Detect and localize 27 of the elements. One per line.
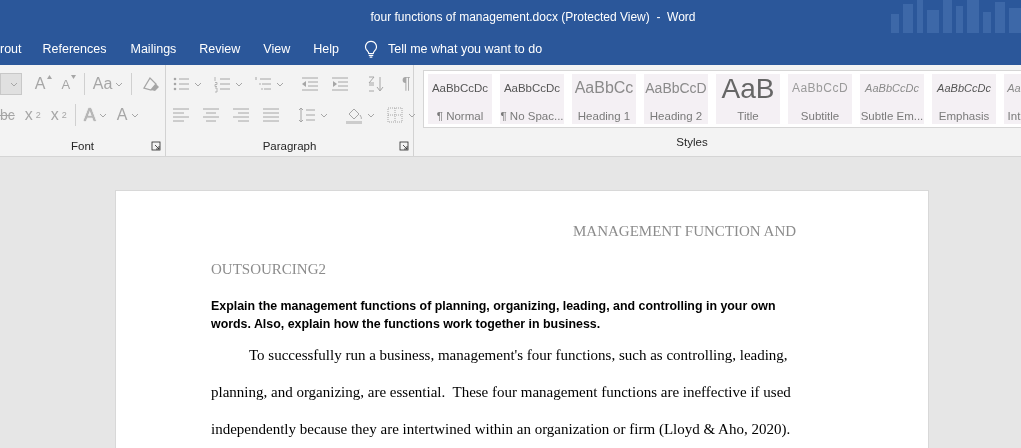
increase-indent-icon xyxy=(330,74,350,94)
ribbon-tab[interactable]: View xyxy=(251,33,302,65)
line-spacing-icon xyxy=(297,105,317,125)
triangle-icon xyxy=(46,75,52,79)
ribbon-tab[interactable]: Mailings xyxy=(118,33,188,65)
page-header: MANAGEMENT FUNCTION AND OUTSOURCING2 xyxy=(211,222,798,279)
window-title: four functions of management.docx (Protected View) - Word xyxy=(370,9,696,24)
justify-icon xyxy=(261,105,281,125)
sort-icon xyxy=(366,74,386,94)
question-text: Explain the management functions of planning, organizing, leading, and controlling in your own words. Also, explain how the functions work together in business. xyxy=(211,298,777,333)
align-center-icon xyxy=(201,105,221,125)
align-left-icon xyxy=(171,105,191,125)
ribbon-tab[interactable]: rout xyxy=(0,33,33,65)
group-label: Styles xyxy=(676,136,708,148)
align-right-icon xyxy=(231,105,251,125)
tell-me-field[interactable]: Tell me what you want to do xyxy=(385,41,590,57)
ribbon-tab[interactable]: Help xyxy=(301,33,350,65)
borders-icon xyxy=(385,105,405,125)
ribbon-tab[interactable]: References xyxy=(42,33,119,65)
numbered-list-icon xyxy=(212,74,232,94)
group-label: Font xyxy=(71,140,94,152)
group-label: Paragraph xyxy=(262,140,317,152)
decrease-indent-icon xyxy=(300,74,320,94)
body-paragraph: To successfully run a business, management's four functions, such as controlling, leading, planning, and organizing, are essential. These four management functions are ineffective if used independently because they are intertwined within an organization or firm (Lloyd & Aho, 2020). xyxy=(211,346,792,439)
caret-icon xyxy=(9,80,18,88)
triangle-icon xyxy=(71,75,77,79)
ribbon-tab[interactable]: Review xyxy=(187,33,252,65)
